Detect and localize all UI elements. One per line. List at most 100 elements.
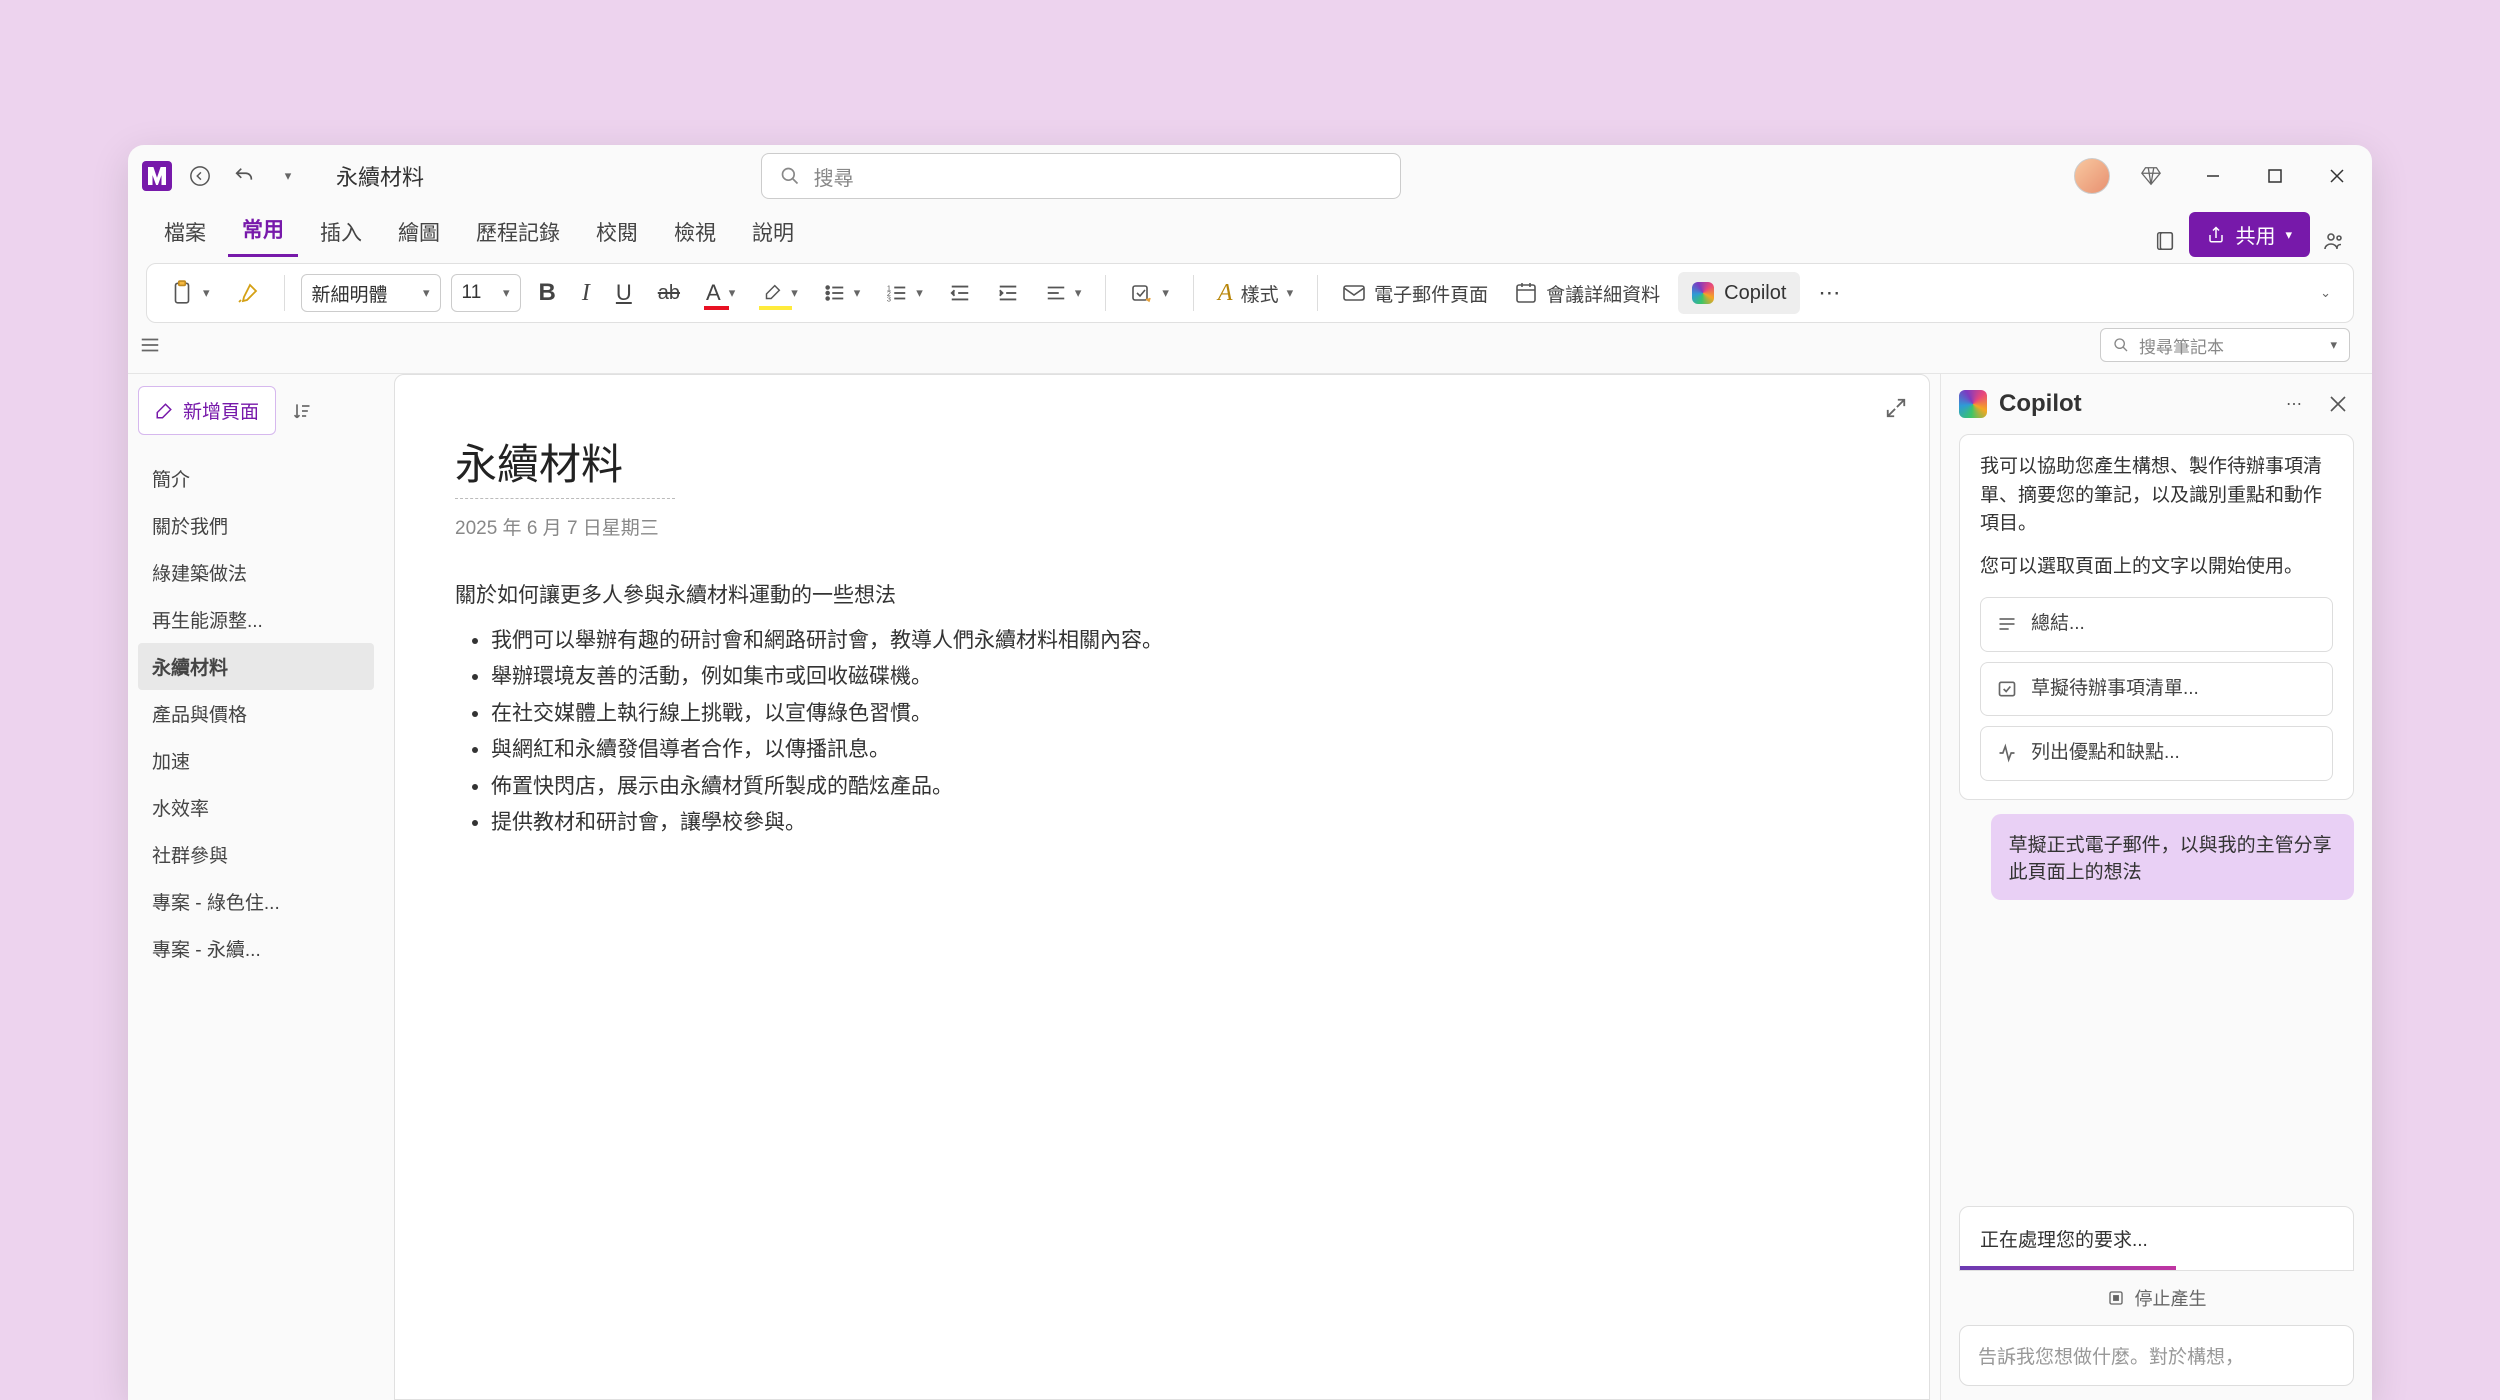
underline-button[interactable]: U	[608, 272, 640, 314]
italic-button[interactable]: I	[574, 272, 598, 314]
body: 新增頁面 簡介關於我們綠建築做法再生能源整...永續材料產品與價格加速水效率社群…	[128, 373, 2372, 1400]
qat-more-button[interactable]: ▾	[272, 160, 304, 192]
diamond-icon[interactable]	[2130, 155, 2172, 197]
styles-button[interactable]: A樣式▾	[1210, 272, 1301, 314]
format-painter-button[interactable]	[228, 272, 268, 314]
document-title: 永續材料	[336, 160, 424, 192]
page-item[interactable]: 加速	[138, 737, 374, 784]
add-page-icon	[155, 402, 173, 420]
sort-pages-button[interactable]	[286, 395, 318, 427]
ribbon-tabs: 檔案 常用 插入 繪圖 歷程記錄 校閱 檢視 說明 共用 ▾	[128, 207, 2372, 257]
copilot-input[interactable]: 告訴我您想做什麼。對於構想，	[1959, 1325, 2354, 1386]
page-item[interactable]: 專案 - 永續...	[138, 925, 374, 972]
copilot-pane: Copilot ⋯ 我可以協助您產生構想、製作待辦事項清單、摘要您的筆記，以及識…	[1940, 374, 2372, 1400]
share-icon	[2207, 226, 2225, 244]
teams-button[interactable]	[2318, 225, 2350, 257]
note-bullet: 佈置快閃店，展示由永續材質所製成的酷炫產品。	[491, 771, 1869, 804]
page-item[interactable]: 簡介	[138, 455, 374, 502]
font-name-select[interactable]: 新細明體▾	[301, 274, 441, 312]
search-icon	[780, 166, 800, 186]
ribbon-more-button[interactable]: ⋯	[1810, 272, 1850, 314]
minimize-button[interactable]	[2192, 155, 2234, 197]
note-intro: 關於如何讓更多人參與永續材料運動的一些想法	[455, 580, 1869, 613]
note-bullet: 舉辦環境友善的活動，例如集市或回收磁碟機。	[491, 661, 1869, 694]
strikethrough-button[interactable]: ab	[650, 272, 688, 314]
note-bullet: 與網紅和永續發倡導者合作，以傳播訊息。	[491, 734, 1869, 767]
search-placeholder: 搜尋	[814, 162, 854, 191]
copilot-stop-button[interactable]: 停止產生	[1959, 1285, 2354, 1311]
note-title[interactable]: 永續材料	[455, 431, 1869, 492]
copilot-icon	[1692, 282, 1714, 304]
tab-history[interactable]: 歷程記錄	[462, 207, 574, 257]
tab-home[interactable]: 常用	[228, 204, 298, 257]
copilot-suggestion-todo[interactable]: 草擬待辦事項清單...	[1980, 662, 2333, 717]
page-item[interactable]: 產品與價格	[138, 690, 374, 737]
page-item[interactable]: 永續材料	[138, 643, 374, 690]
app-window: ▾ 永續材料 搜尋 檔案 常用 插入 繪圖 歷程記錄 校閱 檢視 說明 共用 ▾	[128, 145, 2372, 1400]
notebook-search-row: 搜尋筆記本 ▾	[128, 323, 2372, 367]
tab-help[interactable]: 說明	[738, 207, 808, 257]
add-page-button[interactable]: 新增頁面	[138, 386, 276, 435]
indent-button[interactable]	[989, 272, 1027, 314]
search-icon	[2113, 337, 2129, 353]
paste-button[interactable]: ▾	[161, 272, 218, 314]
bullets-button[interactable]: ▾	[816, 272, 869, 314]
back-button[interactable]	[184, 160, 216, 192]
copilot-intro-card: 我可以協助您產生構想、製作待辦事項清單、摘要您的筆記，以及識別重點和動作項目。 …	[1959, 434, 2354, 800]
tag-button[interactable]: ▾	[1122, 272, 1177, 314]
note-canvas[interactable]: 永續材料 2025 年 6 月 7 日星期三 關於如何讓更多人參與永續材料運動的…	[394, 374, 1930, 1400]
bold-button[interactable]: B	[531, 272, 564, 314]
onenote-icon	[142, 161, 172, 191]
note-bullet: 提供教材和研討會，讓學校參與。	[491, 807, 1869, 840]
note-bullet: 在社交媒體上執行線上挑戰，以宣傳綠色習慣。	[491, 698, 1869, 731]
copilot-icon	[1959, 390, 1987, 418]
highlight-button[interactable]: ▾	[753, 272, 806, 314]
share-label: 共用	[2235, 220, 2275, 249]
ribbon-collapse-button[interactable]: ⌄	[2312, 272, 2339, 314]
svg-text:3: 3	[887, 294, 891, 303]
copilot-suggestion-summarize[interactable]: 總結...	[1980, 597, 2333, 652]
page-item[interactable]: 綠建築做法	[138, 549, 374, 596]
numbering-button[interactable]: 123▾	[878, 272, 931, 314]
stop-icon	[2107, 1289, 2125, 1307]
tab-view[interactable]: 檢視	[660, 207, 730, 257]
tab-draw[interactable]: 繪圖	[384, 207, 454, 257]
nav-toggle-button[interactable]	[134, 329, 166, 361]
expand-button[interactable]	[1885, 397, 1907, 419]
copilot-processing-card: 正在處理您的要求...	[1959, 1206, 2354, 1271]
font-color-button[interactable]: A▾	[698, 272, 743, 314]
close-button[interactable]	[2316, 155, 2358, 197]
email-page-button[interactable]: 電子郵件頁面	[1334, 272, 1496, 314]
page-view-button[interactable]	[2149, 225, 2181, 257]
copilot-close-button[interactable]	[2322, 388, 2354, 420]
copilot-title: Copilot	[1999, 390, 2266, 418]
tab-file[interactable]: 檔案	[150, 207, 220, 257]
note-body[interactable]: 關於如何讓更多人參與永續材料運動的一些想法 我們可以舉辦有趣的研討會和網路研討會…	[455, 580, 1869, 840]
page-item[interactable]: 關於我們	[138, 502, 374, 549]
copilot-user-message: 草擬正式電子郵件，以與我的主管分享此頁面上的想法	[1991, 814, 2354, 900]
copilot-more-button[interactable]: ⋯	[2278, 388, 2310, 420]
note-bullet: 我們可以舉辦有趣的研討會和網路研討會，教導人們永續材料相關內容。	[491, 625, 1869, 658]
maximize-button[interactable]	[2254, 155, 2296, 197]
search-input[interactable]: 搜尋	[761, 153, 1401, 199]
page-list-panel: 新增頁面 簡介關於我們綠建築做法再生能源整...永續材料產品與價格加速水效率社群…	[128, 374, 384, 1400]
note-date: 2025 年 6 月 7 日星期三	[455, 513, 1869, 540]
page-item[interactable]: 再生能源整...	[138, 596, 374, 643]
outdent-button[interactable]	[941, 272, 979, 314]
meeting-details-button[interactable]: 會議詳細資料	[1506, 272, 1668, 314]
copilot-suggestion-proscons[interactable]: 列出優點和缺點...	[1980, 726, 2333, 781]
notebook-search-input[interactable]: 搜尋筆記本 ▾	[2100, 328, 2350, 362]
tab-review[interactable]: 校閱	[582, 207, 652, 257]
copilot-ribbon-button[interactable]: Copilot	[1678, 272, 1800, 314]
align-button[interactable]: ▾	[1037, 272, 1090, 314]
undo-button[interactable]	[228, 160, 260, 192]
page-item[interactable]: 專案 - 綠色住...	[138, 878, 374, 925]
title-bar: ▾ 永續材料 搜尋	[128, 145, 2372, 207]
share-button[interactable]: 共用 ▾	[2189, 212, 2310, 257]
ribbon: ▾ 新細明體▾ 11▾ B I U ab A▾ ▾ ▾ 123▾ ▾ ▾ A樣式…	[146, 263, 2354, 323]
page-item[interactable]: 水效率	[138, 784, 374, 831]
avatar[interactable]	[2074, 158, 2110, 194]
tab-insert[interactable]: 插入	[306, 207, 376, 257]
page-item[interactable]: 社群參與	[138, 831, 374, 878]
font-size-select[interactable]: 11▾	[451, 274, 521, 312]
